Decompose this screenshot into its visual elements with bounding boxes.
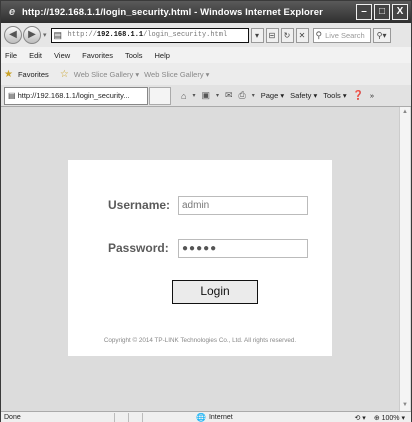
password-label: Password: bbox=[108, 241, 169, 255]
favorites-bar: ★ Favorites ☆ Web Slice Gallery ▾ Web Sl… bbox=[1, 63, 411, 85]
zone-label: Internet bbox=[208, 414, 233, 421]
tab-login-security[interactable]: ▤ http://192.168.1.1/login_security... bbox=[4, 86, 148, 105]
globe-icon: 🌐 bbox=[196, 413, 206, 422]
compatibility-view-icon[interactable]: ⊟ bbox=[265, 27, 279, 43]
password-input[interactable]: ●●●●● bbox=[178, 239, 308, 258]
status-segment bbox=[114, 412, 128, 422]
minimize-button[interactable]: – bbox=[356, 4, 372, 20]
more-commands-icon[interactable]: » bbox=[370, 91, 374, 100]
search-icon: ⚲ bbox=[315, 29, 323, 40]
window-controls: – □ X bbox=[356, 4, 408, 20]
vertical-scrollbar[interactable]: ▲ ▼ bbox=[399, 107, 410, 411]
home-dropdown-icon[interactable]: ▾ bbox=[192, 92, 195, 99]
window-title: http://192.168.1.1/login_security.html -… bbox=[22, 6, 323, 18]
tools-menu[interactable]: Tools ▾ bbox=[323, 91, 346, 100]
refresh-icon[interactable]: ↻ bbox=[280, 27, 294, 43]
ie-logo-icon: e bbox=[8, 6, 16, 18]
menu-tools[interactable]: Tools bbox=[125, 51, 143, 60]
tab-page-icon: ▤ bbox=[8, 91, 16, 100]
command-bar: ⌂ ▾ ▣ ▾ ✉ ⎙ ▾ Page ▾ Safety ▾ Tools ▾ ❓ » bbox=[181, 90, 374, 101]
login-button[interactable]: Login bbox=[172, 280, 258, 304]
address-bar[interactable]: ▤ http://192.168.1.1/login_security.html bbox=[50, 27, 249, 43]
login-panel: Username: admin Password: ●●●●● Login Co… bbox=[68, 160, 332, 356]
username-input[interactable]: admin bbox=[178, 196, 308, 215]
menu-bar: File Edit View Favorites Tools Help bbox=[1, 47, 411, 63]
search-placeholder: Live Search bbox=[325, 30, 365, 40]
zoom-area: ⟲ ▾ ⊕ 100% ▾ bbox=[354, 414, 405, 422]
menu-help[interactable]: Help bbox=[155, 51, 170, 60]
page-viewport: Username: admin Password: ●●●●● Login Co… bbox=[1, 107, 399, 411]
status-segment bbox=[142, 412, 156, 422]
history-dropdown-icon[interactable]: ▾ bbox=[43, 31, 47, 39]
menu-edit[interactable]: Edit bbox=[29, 51, 42, 60]
tab-label: http://192.168.1.1/login_security... bbox=[17, 91, 130, 100]
favorites-star-icon: ★ bbox=[4, 68, 13, 80]
address-url[interactable]: http://192.168.1.1/login_security.html bbox=[68, 31, 228, 39]
status-text: Done bbox=[4, 414, 21, 421]
username-label: Username: bbox=[108, 198, 171, 212]
maximize-button[interactable]: □ bbox=[374, 4, 390, 20]
scroll-up-icon[interactable]: ▲ bbox=[400, 107, 410, 118]
copyright-text: Copyright © 2014 TP-LINK Technologies Co… bbox=[103, 337, 297, 344]
print-icon[interactable]: ⎙ bbox=[239, 90, 246, 101]
title-bar: e http://192.168.1.1/login_security.html… bbox=[1, 1, 411, 23]
status-segment bbox=[128, 412, 142, 422]
menu-view[interactable]: View bbox=[54, 51, 70, 60]
add-favorites-icon[interactable]: ☆ bbox=[60, 69, 69, 80]
favorites-button[interactable]: Favorites bbox=[18, 70, 49, 79]
safety-menu[interactable]: Safety ▾ bbox=[290, 91, 317, 100]
protected-mode-icon[interactable]: ⟲ ▾ bbox=[354, 414, 365, 422]
address-dropdown-icon[interactable]: ▾ bbox=[250, 27, 264, 43]
new-tab-button[interactable] bbox=[149, 86, 171, 105]
page-menu[interactable]: Page ▾ bbox=[261, 91, 284, 100]
tab-bar: ▤ http://192.168.1.1/login_security... ⌂… bbox=[1, 85, 411, 107]
close-button[interactable]: X bbox=[392, 4, 408, 20]
home-icon[interactable]: ⌂ bbox=[181, 91, 186, 101]
forward-button[interactable]: ▶ bbox=[23, 26, 41, 44]
browser-window: e http://192.168.1.1/login_security.html… bbox=[0, 0, 412, 422]
print-dropdown-icon[interactable]: ▾ bbox=[252, 92, 255, 99]
security-zone[interactable]: 🌐 Internet bbox=[196, 413, 233, 422]
web-slice-gallery-link-1[interactable]: Web Slice Gallery ▾ bbox=[74, 70, 139, 79]
page-icon: ▤ bbox=[53, 29, 63, 40]
search-button[interactable]: ⚲▾ bbox=[372, 27, 391, 43]
zoom-control[interactable]: ⊕ 100% ▾ bbox=[374, 414, 405, 422]
scroll-down-icon[interactable]: ▼ bbox=[400, 400, 410, 411]
mail-icon[interactable]: ✉ bbox=[225, 90, 233, 101]
menu-favorites[interactable]: Favorites bbox=[82, 51, 113, 60]
menu-file[interactable]: File bbox=[5, 51, 17, 60]
web-slice-gallery-link-2[interactable]: Web Slice Gallery ▾ bbox=[144, 70, 209, 79]
address-toolbar: ◀ ▶ ▾ ▤ http://192.168.1.1/login_securit… bbox=[1, 23, 411, 47]
status-bar: Done 🌐 Internet ⟲ ▾ ⊕ 100% ▾ bbox=[1, 411, 411, 422]
feeds-icon[interactable]: ▣ bbox=[201, 90, 210, 101]
back-button[interactable]: ◀ bbox=[4, 26, 22, 44]
help-icon[interactable]: ❓ bbox=[353, 90, 364, 101]
feeds-dropdown-icon[interactable]: ▾ bbox=[216, 92, 219, 99]
stop-icon[interactable]: ✕ bbox=[295, 27, 309, 43]
search-input[interactable]: ⚲ Live Search bbox=[312, 27, 371, 43]
